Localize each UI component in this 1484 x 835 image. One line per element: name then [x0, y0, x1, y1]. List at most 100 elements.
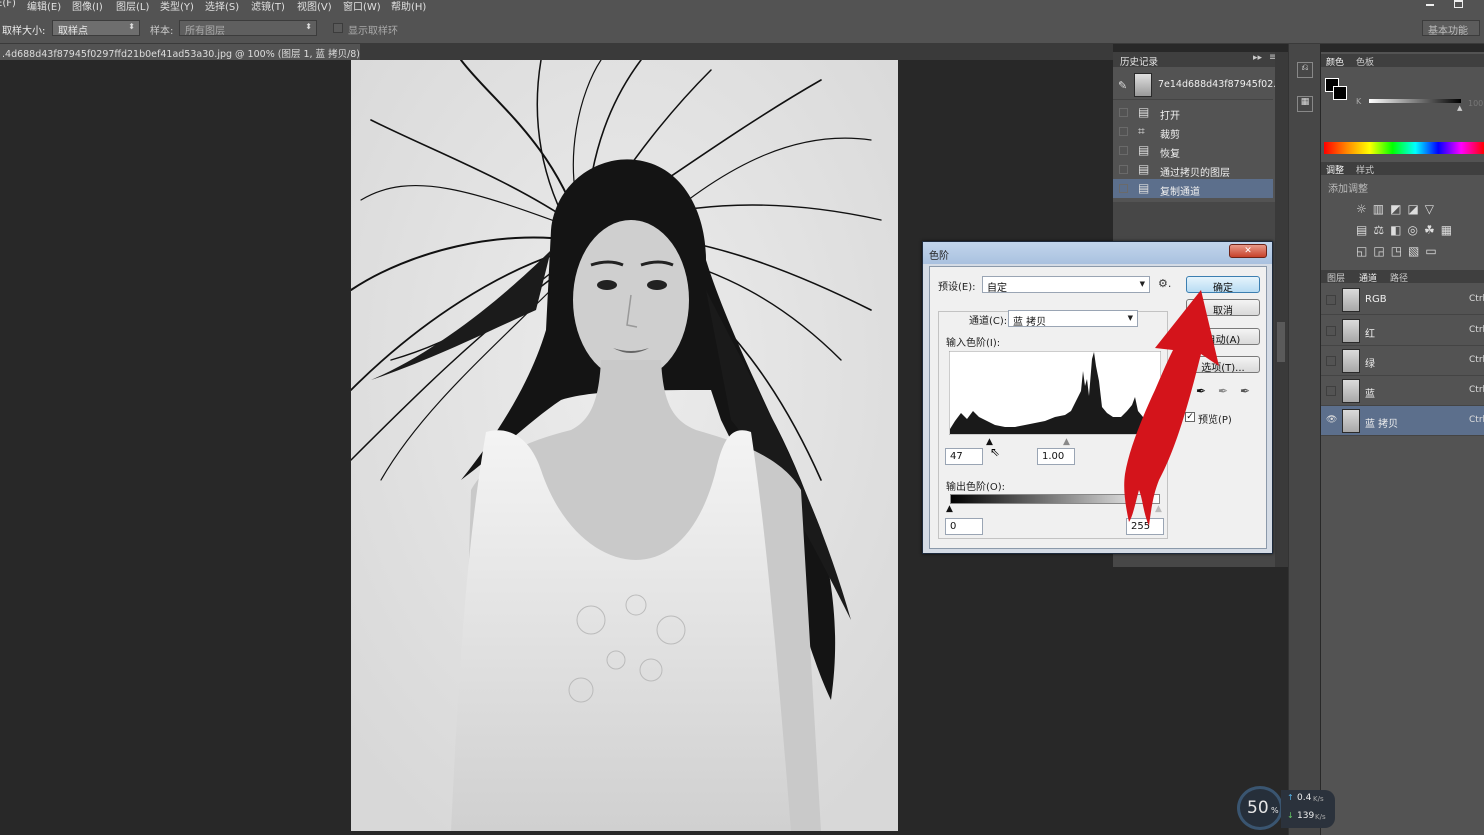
history-item[interactable]: ▤ 通过拷贝的图层 — [1113, 160, 1273, 179]
color-panel-tabs: 颜色 色板 — [1321, 54, 1484, 68]
visibility-toggle[interactable] — [1326, 386, 1336, 396]
curves-icon[interactable]: ◩ — [1390, 202, 1407, 216]
background-color-swatch[interactable] — [1333, 86, 1347, 100]
history-source-checkbox[interactable] — [1119, 127, 1128, 136]
output-black-slider-icon[interactable]: ▲ — [946, 504, 953, 514]
invert-icon[interactable]: ◱ — [1356, 244, 1373, 258]
channel-row-red[interactable]: 红 Ctrl — [1321, 316, 1484, 346]
menu-layer[interactable]: 图层(L) — [116, 0, 149, 12]
collapse-icon[interactable]: ▸▸ — [1253, 53, 1262, 63]
crop-icon: ⌗ — [1138, 124, 1145, 138]
menu-view[interactable]: 视图(V) — [297, 0, 332, 12]
channel-thumbnail — [1342, 379, 1360, 403]
tab-paths[interactable]: 路径 — [1390, 271, 1408, 284]
download-unit: K/s — [1315, 813, 1326, 821]
visibility-toggle[interactable] — [1326, 295, 1336, 305]
tab-styles[interactable]: 样式 — [1356, 163, 1374, 176]
tab-adjustments[interactable]: 调整 — [1326, 163, 1344, 176]
channel-row-blue-copy[interactable]: 👁 蓝 拷贝 Ctrl — [1321, 406, 1484, 436]
channel-name: RGB — [1365, 294, 1387, 305]
show-ring-label: 显示取样环 — [348, 26, 398, 37]
sample-size-select[interactable]: 取样点 ⬍ — [52, 20, 140, 37]
input-black-field[interactable]: 47 — [945, 448, 983, 465]
menu-filter[interactable]: 滤镜(T) — [251, 0, 285, 12]
channel-thumbnail — [1342, 319, 1360, 343]
visibility-toggle[interactable] — [1326, 356, 1336, 366]
eye-icon[interactable]: 👁 — [1326, 416, 1337, 426]
color-balance-icon[interactable]: ⚖ — [1373, 223, 1390, 237]
output-black-field[interactable]: 0 — [945, 518, 983, 535]
tab-swatches[interactable]: 色板 — [1356, 55, 1374, 68]
tab-channels[interactable]: 通道 — [1359, 271, 1377, 284]
gradient-map-icon[interactable]: ▧ — [1408, 244, 1425, 258]
vibrance-icon[interactable]: ▽ — [1425, 202, 1440, 216]
history-item-selected[interactable]: ▤ 复制通道 — [1113, 179, 1273, 198]
k-slider-thumb[interactable]: ▲ — [1457, 104, 1462, 112]
hue-saturation-icon[interactable]: ▤ — [1356, 223, 1373, 237]
channel-value: 蓝 拷贝 — [1013, 317, 1047, 328]
history-snapshot[interactable]: ✎ 7e14d688d43f87945f02... — [1113, 70, 1282, 100]
menu-file[interactable]: E(F) — [0, 0, 16, 9]
input-gamma-slider-icon[interactable]: ▲ — [1063, 437, 1070, 447]
document-tab[interactable]: .4d688d43f87945f0297ffd21b0ef41ad53a30.j… — [0, 44, 360, 60]
history-source-checkbox[interactable] — [1119, 165, 1128, 174]
history-item-label: 通过拷贝的图层 — [1160, 168, 1230, 179]
minimize-icon[interactable] — [1426, 4, 1434, 6]
history-source-checkbox[interactable] — [1119, 108, 1128, 117]
history-source-checkbox[interactable] — [1119, 146, 1128, 155]
k-value[interactable]: 100 — [1468, 99, 1483, 108]
percent-unit: % — [1271, 806, 1279, 815]
tab-layers[interactable]: 图层 — [1327, 271, 1345, 284]
layers-panel-tabs: 图层 通道 路径 — [1321, 270, 1484, 284]
menu-type[interactable]: 类型(Y) — [160, 0, 194, 12]
menu-edit[interactable]: 编辑(E) — [27, 0, 61, 12]
channel-row-rgb[interactable]: RGB Ctrl — [1321, 285, 1484, 315]
visibility-toggle[interactable] — [1326, 326, 1336, 336]
menu-bar: E(F) 编辑(E) 图像(I) 图层(L) 类型(Y) 选择(S) 滤镜(T)… — [0, 0, 1484, 12]
menu-window[interactable]: 窗口(W) — [343, 0, 381, 12]
tab-color[interactable]: 颜色 — [1326, 55, 1344, 68]
levels-icon[interactable]: ▥ — [1373, 202, 1390, 216]
history-item-label: 打开 — [1160, 111, 1180, 122]
channel-mixer-icon[interactable]: ☘ — [1424, 223, 1441, 237]
workspace-switcher[interactable]: 基本功能 — [1422, 20, 1480, 37]
history-item[interactable]: ▤ 打开 — [1113, 103, 1273, 122]
brightness-icon[interactable]: ☼ — [1356, 202, 1373, 216]
threshold-icon[interactable]: ◳ — [1391, 244, 1408, 258]
menu-select[interactable]: 选择(S) — [205, 0, 239, 12]
close-icon[interactable]: ✕ — [1229, 244, 1267, 258]
upload-unit: K/s — [1313, 795, 1324, 803]
posterize-icon[interactable]: ◲ — [1373, 244, 1390, 258]
channel-row-green[interactable]: 绿 Ctrl — [1321, 346, 1484, 376]
white-eyedropper-icon[interactable]: ✒ — [1240, 384, 1250, 398]
adjustments-panel-tabs: 调整 样式 — [1321, 162, 1484, 176]
history-item[interactable]: ⌗ 裁剪 — [1113, 122, 1273, 141]
sample-select[interactable]: 所有图层 ⬍ — [179, 20, 317, 37]
channel-thumbnail — [1342, 288, 1360, 312]
menu-image[interactable]: 图像(I) — [72, 0, 103, 12]
properties-panel-icon[interactable]: ▦ — [1297, 96, 1313, 112]
history-item[interactable]: ▤ 恢复 — [1113, 141, 1273, 160]
document-canvas[interactable] — [351, 60, 898, 831]
history-source-checkbox[interactable] — [1119, 184, 1128, 193]
color-spectrum-bar[interactable] — [1324, 142, 1484, 154]
dialog-titlebar[interactable]: 色阶 ✕ — [923, 242, 1272, 264]
exposure-icon[interactable]: ◪ — [1407, 202, 1424, 216]
k-slider[interactable] — [1369, 99, 1461, 103]
menu-help[interactable]: 帮助(H) — [391, 0, 426, 12]
sample-label: 样本: — [150, 26, 174, 37]
selective-color-icon[interactable]: ▭ — [1425, 244, 1442, 258]
history-item-label: 恢复 — [1160, 149, 1180, 160]
channel-label: 通道(C): — [967, 312, 1010, 327]
color-lookup-icon[interactable]: ▦ — [1441, 223, 1458, 237]
photo-filter-icon[interactable]: ◎ — [1407, 223, 1423, 237]
black-white-icon[interactable]: ◧ — [1390, 223, 1407, 237]
history-scrollbar[interactable] — [1275, 52, 1288, 567]
preset-options-icon[interactable]: ⚙. — [1158, 277, 1171, 290]
restore-icon[interactable] — [1454, 0, 1463, 8]
show-ring-checkbox[interactable] — [333, 23, 343, 33]
input-gamma-field[interactable]: 1.00 — [1037, 448, 1075, 465]
history-tab[interactable]: 历史记录 — [1120, 54, 1158, 68]
channel-row-blue[interactable]: 蓝 Ctrl — [1321, 376, 1484, 406]
history-panel-icon[interactable]: ⎌ — [1297, 62, 1313, 78]
